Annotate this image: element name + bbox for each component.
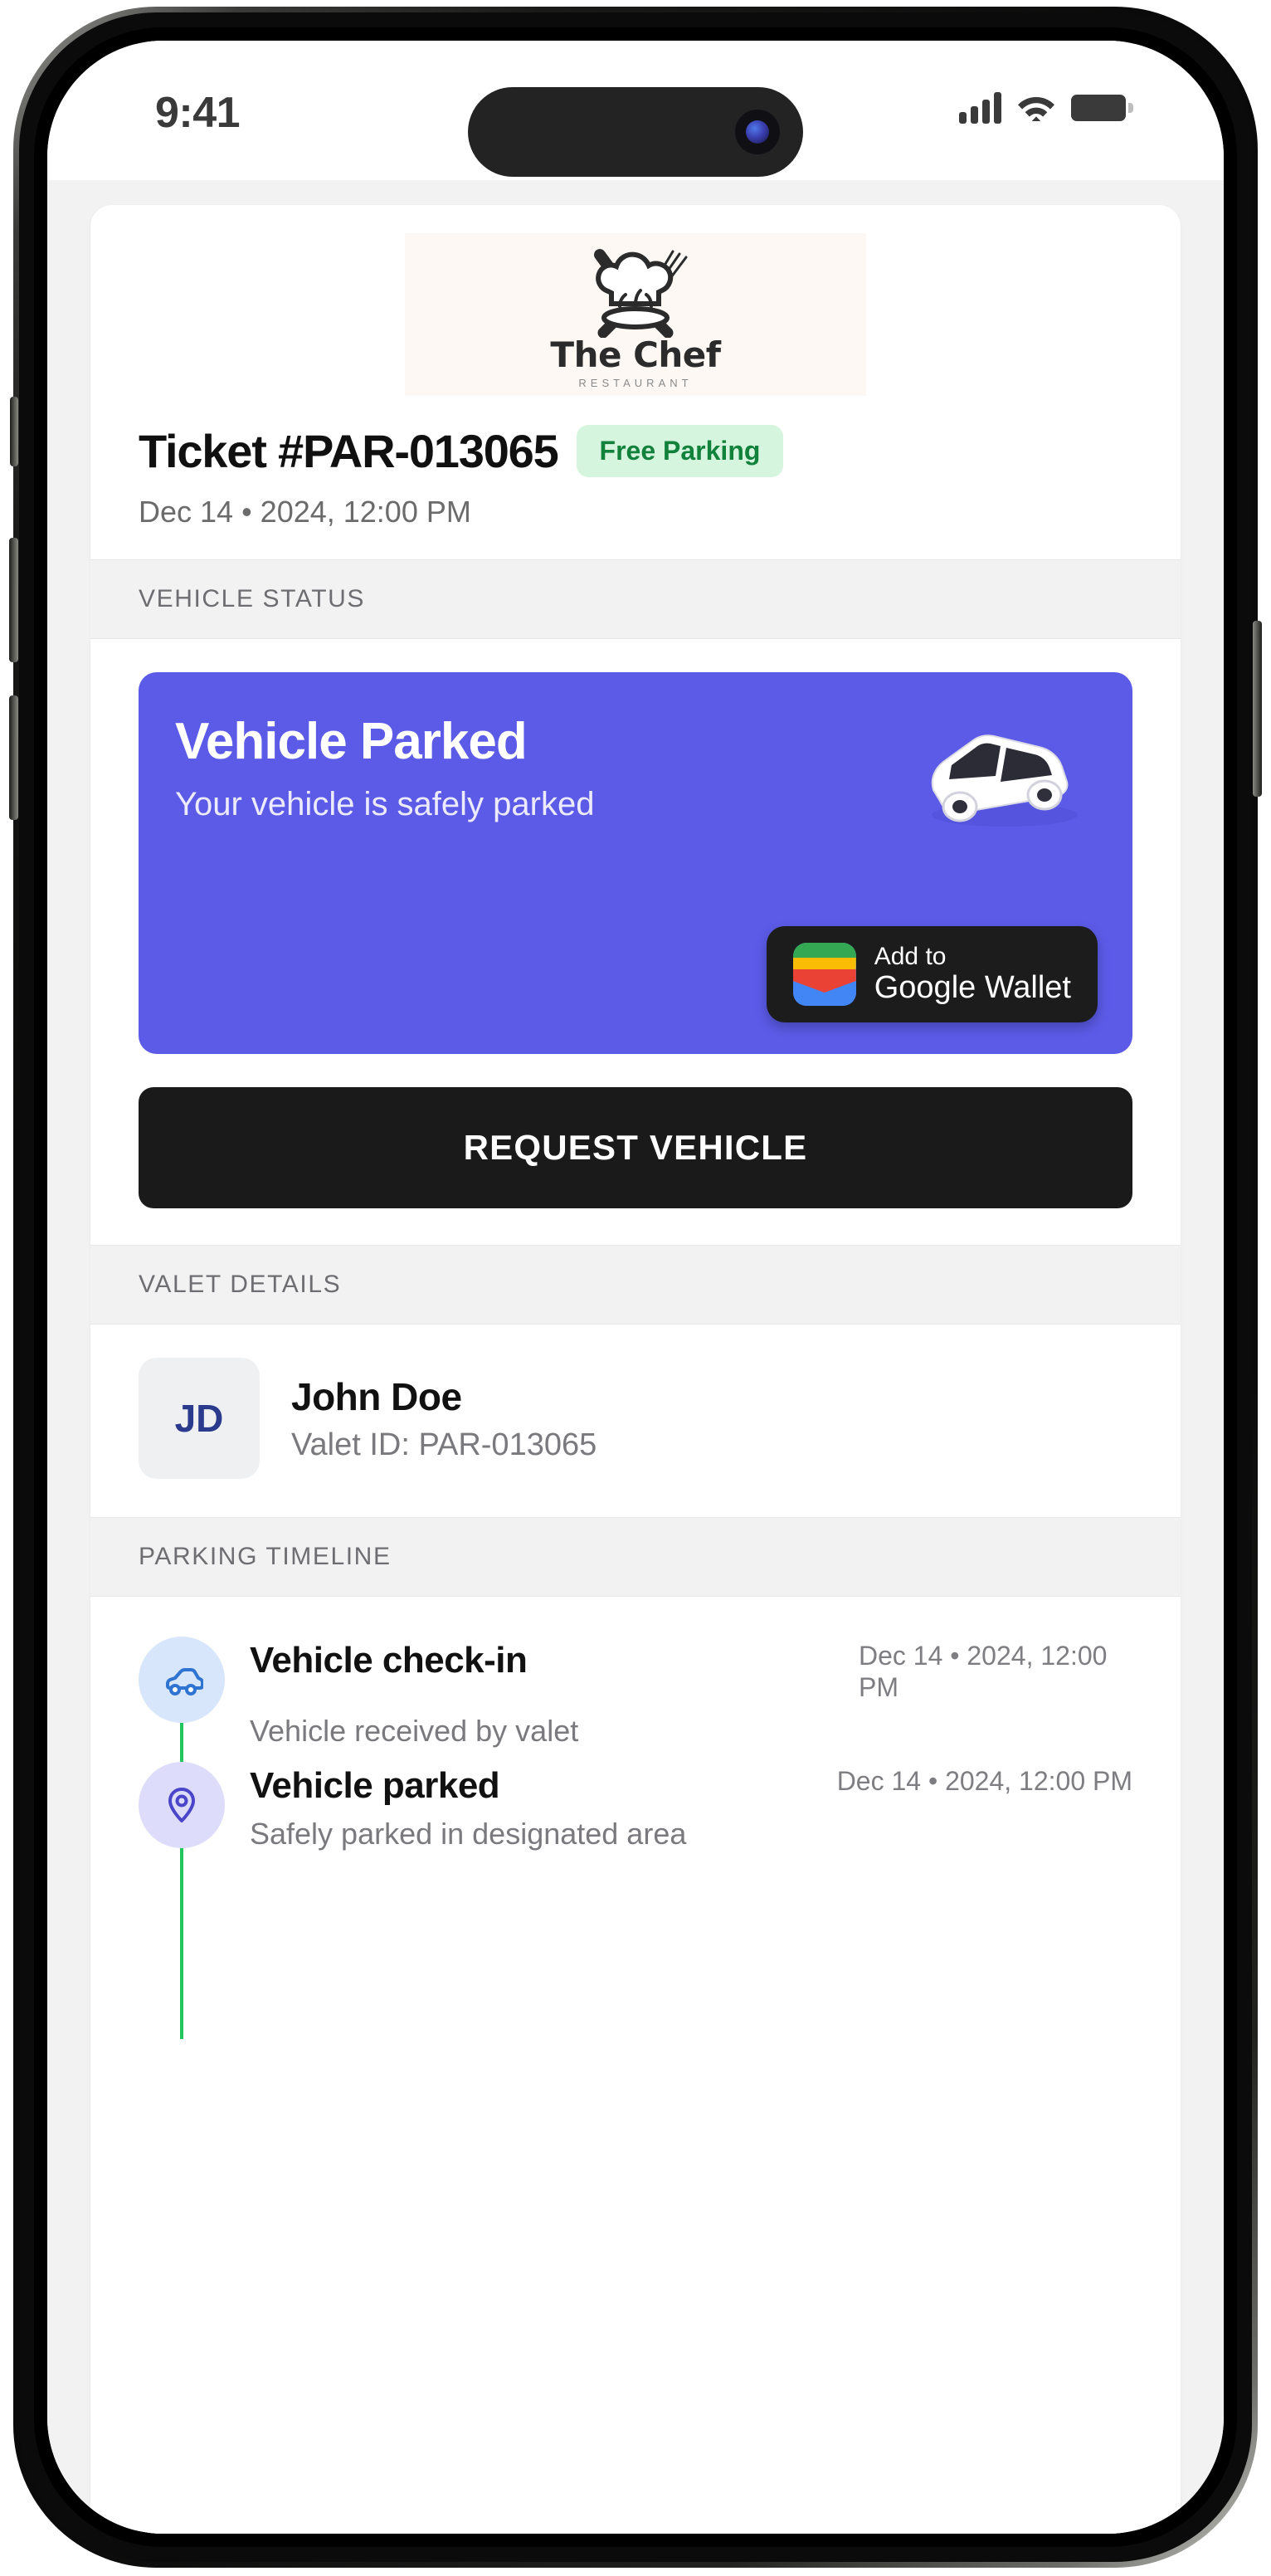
ticket-number: Ticket #PAR-013065 xyxy=(139,425,559,477)
ticket-header: Ticket #PAR-013065 Free Parking Dec 14 •… xyxy=(90,412,1181,559)
battery-icon xyxy=(1071,95,1133,121)
chef-hat-fork-spoon-icon xyxy=(548,240,723,339)
status-badge: Free Parking xyxy=(576,425,784,477)
vehicle-status-block: Vehicle Parked Your vehicle is safely pa… xyxy=(90,639,1181,1245)
section-header-vehicle-status: VEHICLE STATUS xyxy=(90,559,1181,639)
section-header-valet-details: VALET DETAILS xyxy=(90,1245,1181,1325)
brand-name: The Chef xyxy=(550,334,721,375)
timeline-connector xyxy=(180,1847,183,2039)
google-wallet-icon xyxy=(792,943,856,1006)
location-pin-icon xyxy=(139,1761,225,1848)
wallet-button-text: Add to Google Wallet xyxy=(874,943,1071,1005)
status-time: 9:41 xyxy=(155,89,241,137)
add-to-google-wallet-button[interactable]: Add to Google Wallet xyxy=(766,926,1098,1022)
valet-name: John Doe xyxy=(291,1374,462,1418)
phone-screenshot: 9:41 The Chef RESTAURANT Ticket #PAR-013… xyxy=(0,0,1271,2576)
timeline-gutter xyxy=(139,1761,225,2039)
front-camera-icon xyxy=(735,110,780,154)
timeline-event-head: Vehicle parked Dec 14 • 2024, 12:00 PM xyxy=(250,1765,1132,1808)
dynamic-island xyxy=(468,87,803,177)
timeline-event-head: Vehicle check-in Dec 14 • 2024, 12:00 PM xyxy=(250,1640,1132,1704)
valet-id: Valet ID: PAR-013065 xyxy=(291,1427,597,1462)
timeline-event-title: Vehicle parked xyxy=(250,1764,500,1806)
ticket-card: The Chef RESTAURANT Ticket #PAR-013065 F… xyxy=(90,205,1181,2534)
phone-screen: 9:41 The Chef RESTAURANT Ticket #PAR-013… xyxy=(47,41,1224,2534)
timeline-event-description: Safely parked in designated area xyxy=(250,1817,687,1852)
avatar: JD xyxy=(139,1358,260,1479)
wallet-line-2: Google Wallet xyxy=(874,969,1071,1005)
logo-box: The Chef RESTAURANT xyxy=(405,233,866,396)
timeline-event-description: Vehicle received by valet xyxy=(250,1713,579,1748)
status-bar: 9:41 xyxy=(47,41,1224,180)
power-button[interactable] xyxy=(1253,621,1262,797)
request-vehicle-button[interactable]: REQUEST VEHICLE xyxy=(139,1087,1132,1208)
brand-logo-area: The Chef RESTAURANT xyxy=(90,205,1181,412)
valet-details-block: JD John Doe Valet ID: PAR-013065 xyxy=(90,1325,1181,1517)
wifi-icon xyxy=(1017,93,1055,123)
phone-bezel: 9:41 The Chef RESTAURANT Ticket #PAR-013… xyxy=(34,27,1237,2547)
list-item: Vehicle check-in Dec 14 • 2024, 12:00 PM… xyxy=(139,1637,1132,1856)
car-side-icon xyxy=(139,1637,225,1723)
timeline-event-time: Dec 14 • 2024, 12:00 PM xyxy=(836,1765,1132,1796)
cellular-signal-icon xyxy=(959,92,1001,124)
vehicle-parked-card: Vehicle Parked Your vehicle is safely pa… xyxy=(139,672,1132,1054)
valet-info: John Doe Valet ID: PAR-013065 xyxy=(291,1374,597,1463)
parking-timeline: Vehicle check-in Dec 14 • 2024, 12:00 PM… xyxy=(90,1597,1181,2039)
list-item: Vehicle parked Dec 14 • 2024, 12:00 PM S… xyxy=(139,1761,1132,2039)
section-header-parking-timeline: PARKING TIMELINE xyxy=(90,1517,1181,1597)
timeline-event-body: Vehicle parked Dec 14 • 2024, 12:00 PM S… xyxy=(250,1762,1132,1852)
brand-subtitle: RESTAURANT xyxy=(578,377,693,389)
wallet-line-1: Add to xyxy=(874,943,947,971)
timeline-event-title: Vehicle check-in xyxy=(250,1640,528,1681)
volume-down-button[interactable] xyxy=(9,695,18,820)
page-content: The Chef RESTAURANT Ticket #PAR-013065 F… xyxy=(47,180,1224,2534)
timeline-event-body: Vehicle check-in Dec 14 • 2024, 12:00 PM… xyxy=(250,1637,1132,1749)
volume-up-button[interactable] xyxy=(9,538,18,662)
white-car-3d-icon xyxy=(898,710,1098,835)
timeline-gutter xyxy=(139,1637,225,1856)
timeline-event-time: Dec 14 • 2024, 12:00 PM xyxy=(859,1641,1108,1703)
ticket-title-row: Ticket #PAR-013065 Free Parking xyxy=(139,424,1132,478)
ticket-date: Dec 14 • 2024, 12:00 PM xyxy=(139,495,471,529)
phone-band: 9:41 The Chef RESTAURANT Ticket #PAR-013… xyxy=(19,12,1252,2562)
silent-switch[interactable] xyxy=(10,397,18,466)
status-indicators xyxy=(959,92,1133,124)
phone-frame: 9:41 The Chef RESTAURANT Ticket #PAR-013… xyxy=(9,7,1262,2568)
